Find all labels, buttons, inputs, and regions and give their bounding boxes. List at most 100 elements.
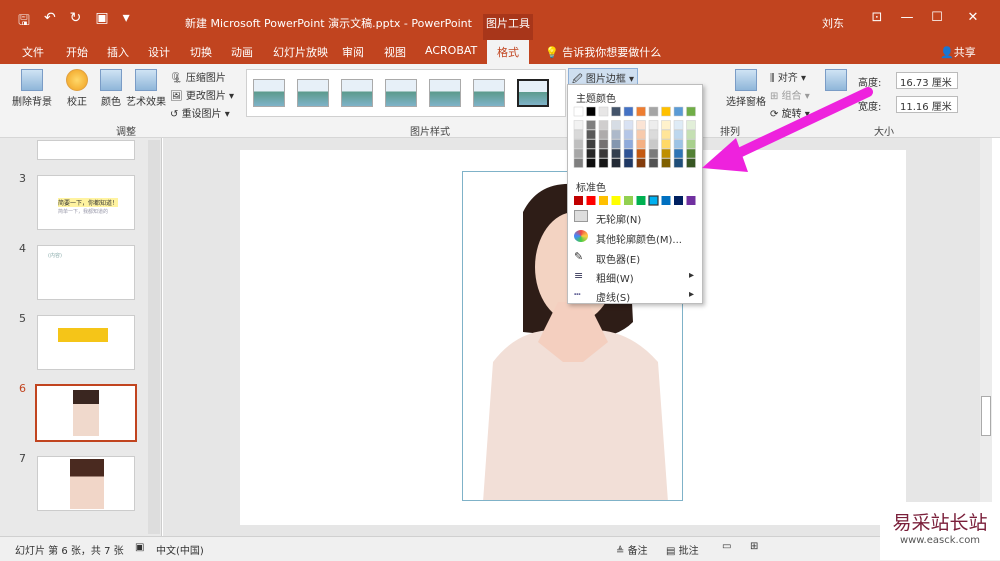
tab-animations[interactable]: 动画: [231, 44, 253, 60]
standard-color-swatch[interactable]: [611, 196, 621, 205]
title-bar: 🖫 ↶ ↻ ▣ ▾ 新建 Microsoft PowerPoint 演示文稿.p…: [0, 0, 1000, 40]
standard-color-swatch[interactable]: [636, 196, 646, 205]
tab-review[interactable]: 审阅: [342, 44, 364, 60]
style-thumb-2[interactable]: [297, 79, 329, 107]
slide5-banner: [58, 328, 108, 342]
slide-thumb-3[interactable]: 简要一下，你都知道！ 简单一下，我都知道的: [37, 175, 135, 230]
remove-background-label: 删除背景: [12, 97, 52, 108]
dashes-submenu-arrow-icon: ▸: [688, 289, 694, 300]
tab-acrobat[interactable]: ACROBAT: [425, 44, 477, 57]
weight-submenu-arrow-icon: ▸: [688, 270, 694, 281]
style-thumb-5[interactable]: [429, 79, 461, 107]
ribbon-options-icon[interactable]: ⊡: [862, 10, 892, 25]
minimize-icon[interactable]: —: [892, 10, 922, 25]
tab-format[interactable]: 格式: [487, 40, 529, 64]
no-outline-item[interactable]: 无轮廓(N): [572, 208, 700, 226]
standard-color-swatch[interactable]: [661, 196, 671, 205]
status-bar: 幻灯片 第 6 张，共 7 张 ▣ 中文(中国) ≜ 备注 ▤ 批注 ▭ ⊞: [0, 536, 1000, 561]
from-beginning-icon[interactable]: ▣: [95, 10, 108, 34]
notes-label: 备注: [627, 546, 648, 557]
style-thumb-6[interactable]: [473, 79, 505, 107]
change-picture-label: 更改图片: [185, 91, 226, 102]
slide4-text: (内容): [48, 253, 62, 259]
slide3-title: 简要一下，你都知道！: [58, 198, 119, 207]
change-picture-button[interactable]: 🖼 更改图片 ▾: [170, 87, 234, 102]
slide-thumb-7[interactable]: [37, 456, 135, 511]
watermark-logo: 易采站长站 www.easck.com: [880, 502, 1000, 560]
corrections-button[interactable]: 校正: [62, 69, 92, 108]
style-thumb-7[interactable]: [517, 79, 549, 107]
undo-icon[interactable]: ↶: [44, 10, 56, 34]
customize-qat-icon[interactable]: ▾: [123, 10, 130, 34]
standard-color-swatch[interactable]: [648, 195, 659, 206]
width-input[interactable]: 11.16 厘米: [896, 96, 958, 113]
standard-color-swatch[interactable]: [586, 196, 596, 205]
slide6-photo: [73, 390, 99, 436]
eyedropper-item[interactable]: ✎ 取色器(E): [572, 248, 700, 266]
style-thumb-3[interactable]: [341, 79, 373, 107]
standard-color-swatch[interactable]: [674, 196, 683, 205]
standard-color-swatch[interactable]: [686, 196, 696, 205]
tab-design[interactable]: 设计: [148, 44, 170, 60]
artistic-effects-button[interactable]: 艺术效果: [126, 69, 166, 108]
compress-pictures-button[interactable]: 🗜 压缩图片: [170, 69, 226, 84]
slide-sorter-icon[interactable]: ⊞: [750, 541, 758, 552]
tab-home[interactable]: 开始: [66, 44, 88, 60]
standard-colors-row[interactable]: [568, 85, 704, 210]
color-icon: [100, 69, 122, 91]
color-button[interactable]: 颜色: [96, 69, 126, 108]
thumbnail-scrollbar[interactable]: [148, 140, 160, 534]
tab-transitions[interactable]: 切换: [190, 44, 212, 60]
sun-icon: [66, 69, 88, 91]
standard-color-swatch[interactable]: [599, 196, 608, 205]
language-status[interactable]: 中文(中国): [156, 542, 204, 557]
tab-view[interactable]: 视图: [384, 44, 406, 60]
reset-picture-button[interactable]: ↺ 重设图片 ▾: [170, 105, 230, 120]
slide3-sub: 简单一下，我都知道的: [58, 209, 109, 215]
style-thumb-1[interactable]: [253, 79, 285, 107]
close-icon[interactable]: ✕: [958, 10, 988, 25]
slide-number-6: 6: [19, 382, 26, 395]
style-thumb-4[interactable]: [385, 79, 417, 107]
editor-scrollbar[interactable]: [980, 138, 992, 536]
line-weight-icon: ≡: [574, 269, 584, 282]
remove-background-icon: [21, 69, 43, 91]
standard-color-swatch[interactable]: [574, 196, 583, 205]
tab-slideshow[interactable]: 幻灯片放映: [273, 44, 328, 60]
share-button[interactable]: 👤共享: [940, 44, 976, 60]
artistic-effects-icon: [135, 69, 157, 91]
picture-styles-gallery[interactable]: [246, 69, 566, 117]
picture-border-dropdown: 主题颜色 标准色 无轮廓(N) 其他轮廓颜色(M)... ✎ 取色器(E) ≡ 粗细…: [567, 84, 703, 304]
slide-thumb-2[interactable]: [37, 140, 135, 160]
height-input[interactable]: 16.73 厘米: [896, 72, 958, 89]
quick-access-toolbar: 🖫 ↶ ↻ ▣ ▾: [18, 10, 130, 34]
maximize-icon[interactable]: ☐: [922, 10, 952, 25]
comments-button[interactable]: ▤ 批注: [666, 542, 699, 557]
more-colors-label: 其他轮廓颜色(M)...: [596, 235, 682, 246]
artistic-effects-label: 艺术效果: [126, 97, 166, 108]
editor-scroll-thumb[interactable]: [981, 396, 991, 436]
slide-number-7: 7: [19, 452, 26, 465]
tab-file[interactable]: 文件: [22, 44, 44, 60]
standard-color-swatch[interactable]: [624, 196, 633, 205]
group-label-styles: 图片样式: [410, 127, 450, 138]
eyedropper-label: 取色器(E): [596, 255, 641, 266]
color-label: 颜色: [101, 97, 121, 108]
remove-background-button[interactable]: 删除背景: [10, 69, 54, 108]
tell-me-search[interactable]: 💡 告诉我你想要做什么: [545, 44, 661, 60]
normal-view-icon[interactable]: ▭: [722, 541, 731, 552]
watermark-brand: 易采站长站: [892, 512, 988, 534]
more-outline-colors-item[interactable]: 其他轮廓颜色(M)...: [572, 228, 700, 246]
save-icon[interactable]: 🖫: [18, 10, 30, 34]
notes-button[interactable]: ≜ 备注: [616, 542, 648, 557]
spell-check-icon[interactable]: ▣: [135, 542, 144, 553]
tab-insert[interactable]: 插入: [107, 44, 129, 60]
ribbon-tabs: 文件 开始 插入 设计 切换 动画 幻灯片放映 审阅 视图 ACROBAT 格式…: [0, 40, 1000, 64]
slide-thumb-4[interactable]: (内容): [37, 245, 135, 300]
redo-icon[interactable]: ↻: [70, 10, 82, 34]
slide-thumb-5[interactable]: [37, 315, 135, 370]
weight-item[interactable]: ≡ 粗细(W) ▸: [572, 267, 700, 285]
dashes-item[interactable]: ┅ 虚线(S) ▸: [572, 286, 700, 304]
slide-thumb-6[interactable]: [35, 384, 137, 442]
user-name[interactable]: 刘东: [822, 15, 844, 31]
